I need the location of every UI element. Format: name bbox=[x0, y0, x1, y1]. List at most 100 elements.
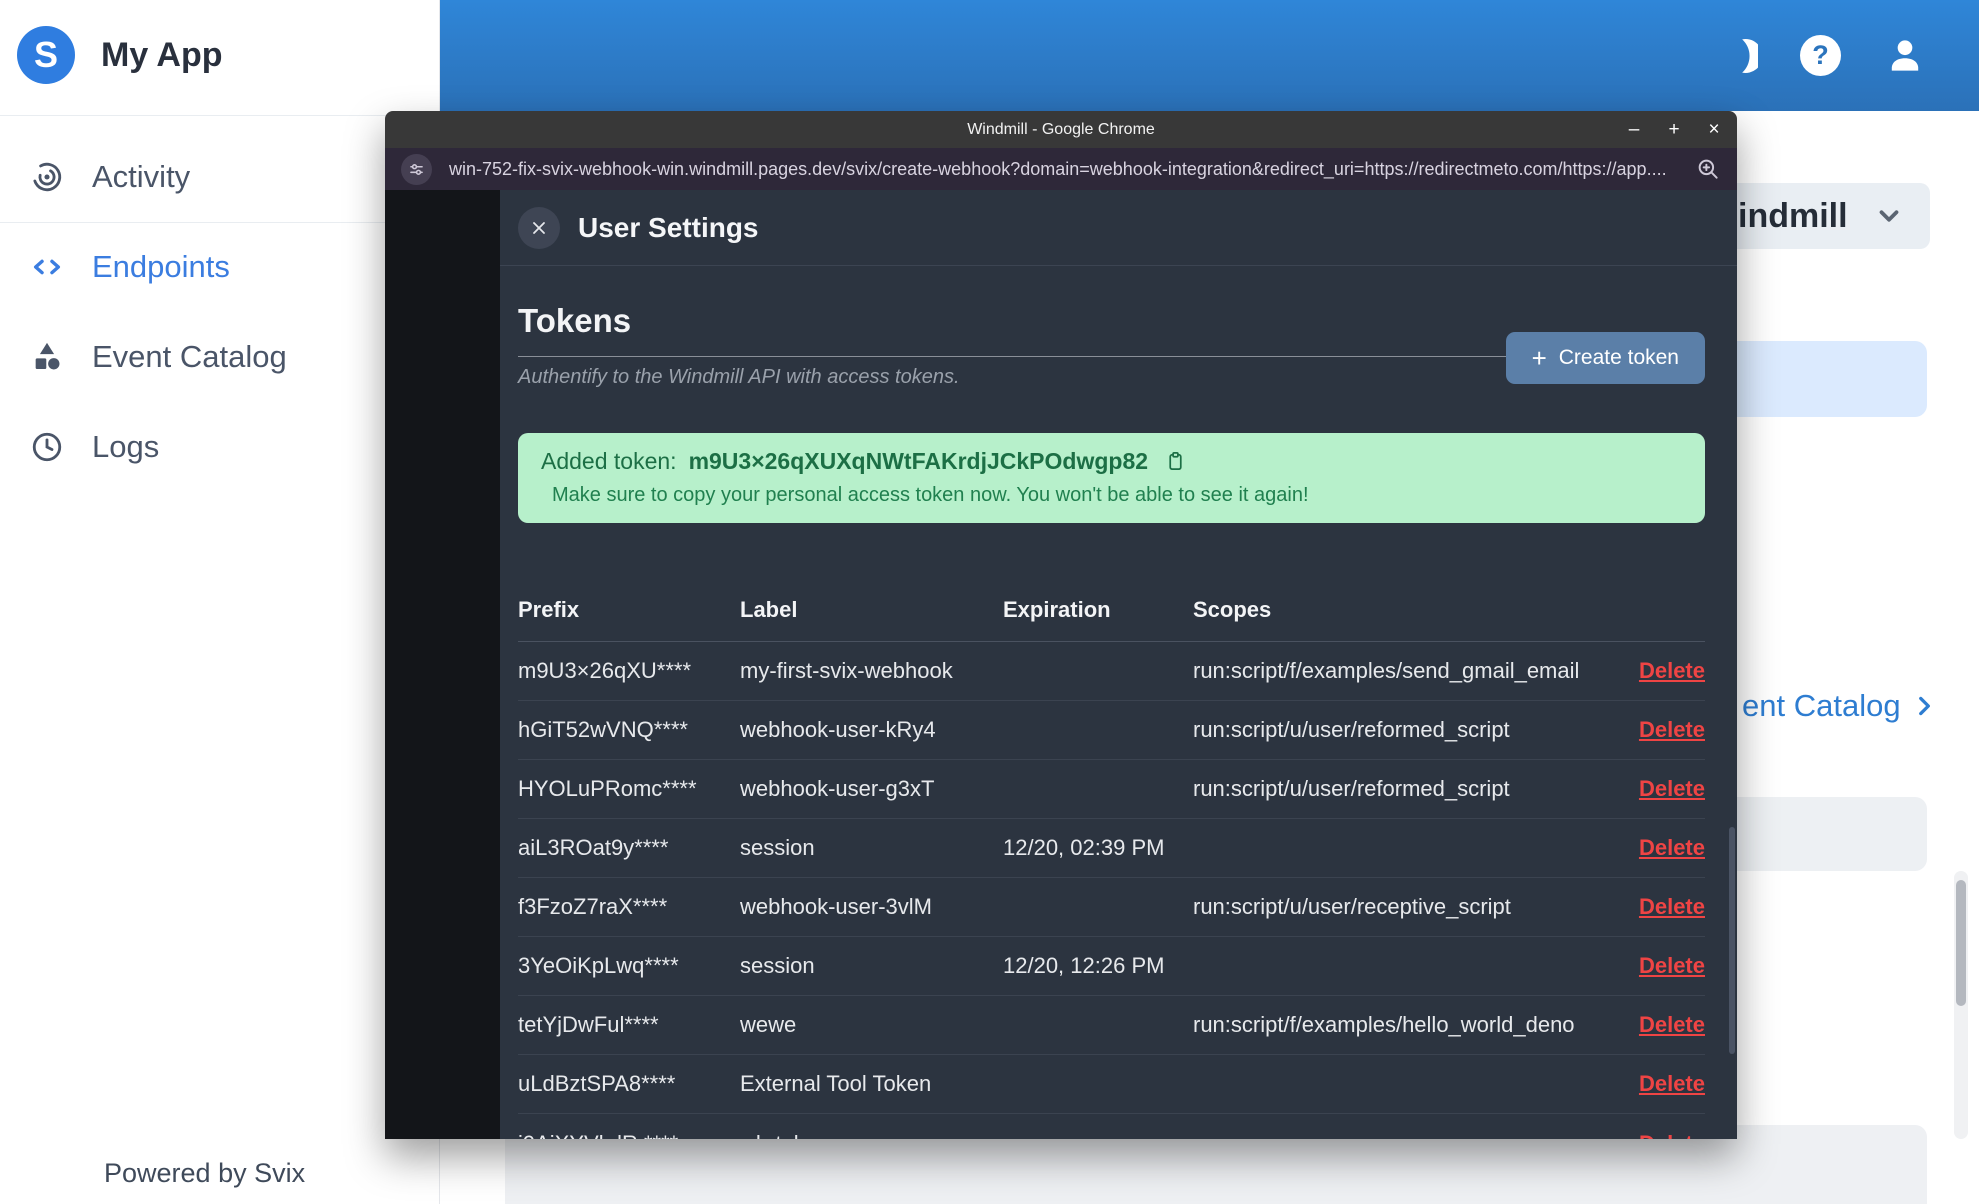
token-label: webhook-user-kRy4 bbox=[740, 717, 936, 742]
col-header-expiration: Expiration bbox=[1003, 596, 1111, 622]
sidebar: S My App Activity Endpoints Event Catalo… bbox=[0, 0, 440, 1204]
delete-token-button[interactable]: Delete bbox=[1639, 1071, 1705, 1096]
maximize-button[interactable]: + bbox=[1665, 120, 1683, 139]
token-label: External Tool Token bbox=[740, 1071, 932, 1096]
delete-token-button[interactable]: Delete bbox=[1639, 835, 1705, 860]
url-bar[interactable]: win-752-fix-svix-webhook-win.windmill.pa… bbox=[385, 148, 1737, 190]
create-token-button[interactable]: + Create token bbox=[1505, 332, 1705, 384]
token-prefix: uLdBztSPA8**** bbox=[518, 1071, 676, 1096]
site-settings-icon[interactable] bbox=[401, 153, 432, 185]
event-catalog-icon bbox=[35, 342, 60, 370]
delete-token-button[interactable]: Delete bbox=[1639, 776, 1705, 801]
chrome-window: Windmill - Google Chrome – + × win-752-f… bbox=[385, 111, 1737, 1139]
svix-logo-icon: S bbox=[17, 26, 75, 84]
delete-token-button[interactable]: Delete bbox=[1639, 658, 1705, 683]
page-scrollbar-thumb[interactable] bbox=[1956, 880, 1966, 1006]
token-label: session bbox=[740, 953, 815, 978]
sidebar-item-logs[interactable]: Logs bbox=[0, 402, 440, 492]
token-table-body: m9U3×26qXU**** my-first-svix-webhook run… bbox=[518, 642, 1705, 1139]
sidebar-item-label: Event Catalog bbox=[92, 339, 287, 374]
banner-note: Make sure to copy your personal access t… bbox=[552, 484, 1309, 506]
logs-icon bbox=[32, 432, 62, 462]
app-brand: S My App bbox=[17, 26, 223, 84]
banner-prefix-text: Added token: bbox=[541, 448, 677, 474]
browser-viewport: User Settings + Create token Tokens Auth… bbox=[385, 190, 1737, 1139]
token-scopes: run:script/u/user/reformed_script bbox=[1193, 717, 1510, 742]
delete-token-button[interactable]: Delete bbox=[1639, 1012, 1705, 1037]
drawer-scrollbar-thumb[interactable] bbox=[1729, 827, 1735, 1054]
table-row: tetYjDwFul**** wewe run:script/f/example… bbox=[518, 996, 1705, 1055]
chevron-right-icon bbox=[1918, 696, 1930, 716]
drawer-header: User Settings bbox=[500, 190, 1737, 266]
sidebar-item-label: Logs bbox=[92, 429, 160, 464]
table-header-row: Prefix Label Expiration Scopes bbox=[518, 578, 1705, 642]
token-scopes: run:script/f/examples/send_gmail_email bbox=[1193, 658, 1580, 683]
col-header-prefix: Prefix bbox=[518, 596, 580, 622]
url-text[interactable]: win-752-fix-svix-webhook-win.windmill.pa… bbox=[449, 159, 1685, 180]
token-prefix: i9AiXYVkdR.**** bbox=[518, 1131, 740, 1140]
close-drawer-button[interactable] bbox=[518, 206, 560, 249]
token-prefix: f3FzoZ7raX**** bbox=[518, 894, 668, 919]
zoom-icon[interactable] bbox=[1695, 156, 1721, 182]
plus-icon: + bbox=[1531, 342, 1547, 373]
copy-token-icon[interactable] bbox=[1164, 450, 1187, 473]
top-header: ? bbox=[440, 0, 1979, 111]
divider bbox=[0, 115, 440, 116]
token-label: webhook-user-g3xT bbox=[740, 776, 935, 801]
delete-token-button[interactable]: Delete bbox=[1639, 1131, 1705, 1140]
token-scopes: run:script/u/user/receptive_script bbox=[1193, 894, 1511, 919]
token-label: webhook-user-3vlM bbox=[740, 894, 932, 919]
app-name: My App bbox=[101, 35, 223, 74]
dark-mode-moon-icon[interactable] bbox=[1718, 33, 1758, 79]
added-token-banner: Added token: m9U3×26qXUXqNWtFAKrdjJCkPOd… bbox=[518, 433, 1705, 523]
col-header-label: Label bbox=[740, 596, 798, 622]
account-icon[interactable] bbox=[1883, 34, 1927, 78]
table-row: uLdBztSPA8**** External Tool Token Delet… bbox=[518, 1055, 1705, 1114]
sidebar-item-label: Endpoints bbox=[92, 249, 230, 284]
delete-token-button[interactable]: Delete bbox=[1639, 717, 1705, 742]
token-scopes: run:script/f/examples/hello_world_deno bbox=[1193, 1012, 1575, 1037]
endpoints-icon bbox=[33, 259, 61, 275]
delete-token-button[interactable]: Delete bbox=[1639, 953, 1705, 978]
window-title: Windmill - Google Chrome bbox=[967, 120, 1155, 138]
table-row: HYOLuPRomc**** webhook-user-g3xT run:scr… bbox=[518, 760, 1705, 819]
table-row: hGiT52wVNQ**** webhook-user-kRy4 run:scr… bbox=[518, 701, 1705, 760]
sidebar-item-endpoints[interactable]: Endpoints bbox=[0, 222, 440, 312]
token-expiration: 12/20, 02:39 PM bbox=[1003, 835, 1165, 860]
token-value: m9U3×26qXUXqNWtFAKrdjJCkPOdwgp82 bbox=[688, 448, 1149, 474]
token-label: my-first-svix-webhook bbox=[740, 658, 953, 683]
workspace-selector-label: indmill bbox=[1738, 196, 1848, 235]
sidebar-item-activity[interactable]: Activity bbox=[0, 132, 440, 222]
token-label: session bbox=[740, 835, 815, 860]
token-prefix: aiL3ROat9y**** bbox=[518, 835, 669, 860]
token-label: wh-tok bbox=[740, 1131, 1003, 1140]
event-catalog-link[interactable]: ent Catalog bbox=[1742, 688, 1937, 724]
token-prefix: m9U3×26qXU**** bbox=[518, 658, 692, 683]
powered-by-svix: Powered by Svix bbox=[104, 1158, 306, 1188]
delete-token-button[interactable]: Delete bbox=[1639, 894, 1705, 919]
drawer-title: User Settings bbox=[578, 211, 759, 243]
sidebar-item-event-catalog[interactable]: Event Catalog bbox=[0, 312, 440, 402]
table-row: aiL3ROat9y**** session 12/20, 02:39 PM D… bbox=[518, 819, 1705, 878]
window-titlebar[interactable]: Windmill - Google Chrome – + × bbox=[385, 111, 1737, 148]
token-prefix: tetYjDwFul**** bbox=[518, 1012, 659, 1037]
table-row: f3FzoZ7raX**** webhook-user-3vlM run:scr… bbox=[518, 878, 1705, 937]
table-row: 3YeOiKpLwq**** session 12/20, 12:26 PM D… bbox=[518, 937, 1705, 996]
tokens-section: + Create token Tokens Authentify to the … bbox=[500, 302, 1737, 1139]
token-prefix: HYOLuPRomc**** bbox=[518, 776, 697, 801]
minimize-button[interactable]: – bbox=[1625, 120, 1643, 139]
token-label: wewe bbox=[740, 1012, 797, 1037]
user-settings-drawer: User Settings + Create token Tokens Auth… bbox=[500, 190, 1737, 1139]
token-prefix: 3YeOiKpLwq**** bbox=[518, 953, 679, 978]
table-row: i9AiXYVkdR.**** wh-tok Delete bbox=[518, 1114, 1705, 1140]
token-prefix: hGiT52wVNQ**** bbox=[518, 717, 688, 742]
sidebar-item-label: Activity bbox=[92, 159, 191, 194]
close-window-button[interactable]: × bbox=[1705, 120, 1723, 139]
event-catalog-link-label: ent Catalog bbox=[1742, 688, 1901, 723]
help-icon[interactable]: ? bbox=[1800, 35, 1841, 76]
chevron-down-icon bbox=[1879, 210, 1898, 222]
activity-icon bbox=[32, 162, 62, 192]
col-header-scopes: Scopes bbox=[1193, 596, 1272, 622]
tokens-table: Prefix Label Expiration Scopes m9U3×26qX… bbox=[518, 578, 1705, 1139]
token-scopes: run:script/u/user/reformed_script bbox=[1193, 776, 1510, 801]
